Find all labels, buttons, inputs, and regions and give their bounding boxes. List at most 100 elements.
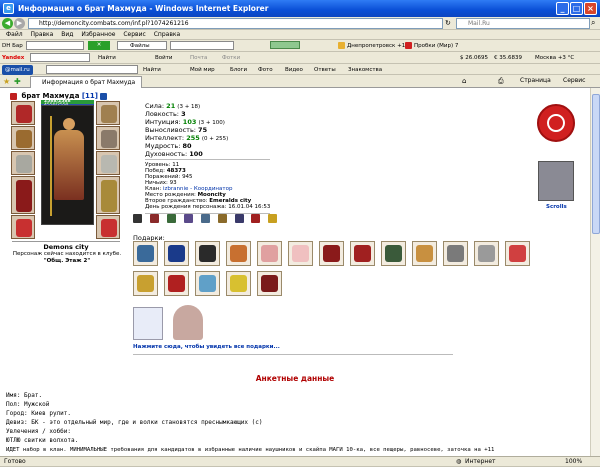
dh-search-input[interactable] [26, 41, 84, 50]
page-content: брат Махмуда [11] 2588/2588 4550/2550 De… [0, 88, 590, 456]
gift-item[interactable] [505, 241, 530, 266]
gift-bell[interactable] [173, 305, 203, 340]
eur-rate[interactable]: € 35.6839 [494, 53, 522, 63]
mailru-answers[interactable]: Ответы [314, 65, 336, 75]
yandex-search-input[interactable] [30, 53, 90, 62]
info-birthday: День рождения персонажа: 16.01.04 16:53 [145, 204, 271, 210]
vertical-scrollbar[interactable] [590, 88, 600, 456]
print-icon[interactable]: ⎙ [498, 77, 504, 86]
slot-belt[interactable] [11, 215, 35, 239]
slot-boots[interactable] [96, 215, 120, 239]
mailru-video[interactable]: Видео [285, 65, 303, 75]
address-bar: ◀ ▶ http://demoncity.combats.com/inf.pl?… [0, 17, 600, 30]
scroll-thumb[interactable] [592, 94, 600, 234]
gift-item[interactable] [350, 241, 375, 266]
gift-item[interactable] [319, 241, 344, 266]
tab-character-info[interactable]: Информация о брат Махмуда [30, 76, 142, 88]
medal-icon[interactable] [251, 214, 261, 223]
medal-icon[interactable] [149, 214, 159, 223]
gift-item[interactable] [412, 241, 437, 266]
profile-hobby: Увлечения / хобби: [6, 428, 72, 435]
slot-helm[interactable] [11, 101, 35, 125]
search-icon[interactable]: ⌕ [591, 18, 595, 28]
clan-banner-label[interactable]: Scrolls [546, 204, 567, 210]
gift-item[interactable] [381, 241, 406, 266]
gift-item[interactable] [257, 271, 282, 296]
usd-rate[interactable]: $ 26.0695 [460, 53, 488, 63]
menu-file[interactable]: Файл [6, 31, 23, 38]
mailru-moimir[interactable]: Мой мир [190, 65, 215, 75]
menu-tools[interactable]: Сервис [123, 31, 145, 38]
weather-dnepr[interactable]: Днепропетровск +12 [338, 41, 409, 51]
url-field[interactable]: http://demoncity.combats.com/inf.pl?1074… [28, 18, 443, 29]
forward-button[interactable]: ▶ [14, 18, 25, 29]
gift-item[interactable] [133, 271, 158, 296]
mailru-blogs[interactable]: Блоги [230, 65, 247, 75]
maximize-button[interactable]: □ [570, 2, 583, 15]
tools-menu[interactable]: Сервис [563, 77, 585, 84]
medal-icon[interactable] [166, 214, 176, 223]
back-button[interactable]: ◀ [2, 18, 13, 29]
mailru-dating[interactable]: Знакомства [348, 65, 382, 75]
add-favorite-icon[interactable]: ✚ [14, 77, 21, 86]
clan-emblem-icon[interactable] [537, 104, 575, 142]
slot-armor[interactable] [11, 176, 35, 214]
dh-brand: DH Бар [2, 43, 23, 49]
photo-button[interactable]: Фотки [222, 53, 240, 63]
gift-item[interactable] [474, 241, 499, 266]
menu-favorites[interactable]: Избранное [81, 31, 115, 38]
slot-ring[interactable] [96, 126, 120, 150]
zone-text: Интернет [465, 458, 496, 465]
mailru-photo[interactable]: Фото [258, 65, 273, 75]
slot-gloves[interactable] [96, 151, 120, 175]
gift-item[interactable] [443, 241, 468, 266]
status-bar: Готово ◍ Интернет 100% [0, 456, 600, 467]
yandex-search-button[interactable]: Найти [98, 53, 116, 63]
files-label[interactable]: Файлы [130, 41, 150, 51]
slot-amulet[interactable] [11, 126, 35, 150]
all-gifts-link[interactable]: Нажмите сюда, чтобы увидеть все подарки.… [133, 344, 280, 350]
gift-item[interactable] [195, 271, 220, 296]
refresh-icon[interactable]: ↻ [445, 19, 451, 27]
page-menu[interactable]: Страница [520, 77, 551, 84]
login-button[interactable]: Войти [155, 53, 173, 63]
mailru-search-button[interactable]: Найти [143, 65, 161, 75]
slot-legs[interactable] [96, 176, 120, 214]
gift-item[interactable] [133, 241, 158, 266]
profile-city: Город: Киев рулит. [6, 410, 72, 417]
slot-weapon[interactable] [11, 151, 35, 175]
dh-go-button[interactable]: ✕ [88, 41, 110, 50]
medal-icon[interactable] [268, 214, 278, 223]
medal-icon[interactable] [217, 214, 227, 223]
gift-item[interactable] [195, 241, 220, 266]
close-button[interactable]: × [584, 2, 597, 15]
moscow-weather[interactable]: Москва +3 °С [535, 53, 574, 63]
mail-button[interactable]: Почта [190, 53, 207, 63]
menu-help[interactable]: Справка [154, 31, 180, 38]
gift-item[interactable] [257, 241, 282, 266]
home-icon[interactable]: ⌂ [462, 77, 466, 85]
zoom-level[interactable]: 100% [565, 457, 582, 467]
slot-earring[interactable] [96, 101, 120, 125]
gift-card[interactable] [133, 307, 163, 340]
medal-icon[interactable] [200, 214, 210, 223]
search-field[interactable]: Mail.Ru [456, 18, 590, 29]
gift-item[interactable] [164, 271, 189, 296]
info-icon[interactable] [100, 92, 108, 100]
menu-view[interactable]: Вид [61, 31, 73, 38]
mailru-search-input[interactable] [46, 65, 138, 74]
dh-combo-2[interactable] [170, 41, 234, 50]
favorites-star-icon[interactable]: ★ [3, 77, 10, 86]
medal-icon[interactable] [183, 214, 193, 223]
menu-edit[interactable]: Правка [31, 31, 54, 38]
minimize-button[interactable]: _ [556, 2, 569, 15]
gift-item[interactable] [226, 241, 251, 266]
traffic-button[interactable]: Пробки (Мир) 7 [405, 41, 458, 51]
gift-item[interactable] [164, 241, 189, 266]
medal-icon[interactable] [133, 214, 142, 223]
gift-item[interactable] [288, 241, 313, 266]
clan-banner-icon[interactable] [538, 161, 574, 201]
medal-icon[interactable] [234, 214, 244, 223]
toolbar-dh: DH Бар ✕ Файлы Днепропетровск +12 Пробки… [0, 40, 600, 52]
gift-item[interactable] [226, 271, 251, 296]
